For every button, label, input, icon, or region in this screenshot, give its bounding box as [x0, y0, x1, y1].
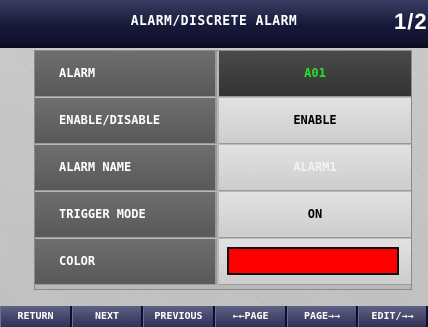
color-label: COLOR: [59, 254, 96, 268]
row-color: COLOR: [35, 239, 411, 286]
trigger-mode-label-cell: TRIGGER MODE: [35, 192, 217, 238]
color-label-cell: COLOR: [35, 239, 217, 285]
enable-disable-label-cell: ENABLE/DISABLE: [35, 98, 217, 144]
title-bar: ALARM/DISCRETE ALARM 1/2: [0, 0, 428, 48]
row-trigger-mode: TRIGGER MODE ON: [35, 192, 411, 239]
color-swatch[interactable]: [227, 247, 399, 275]
row-alarm-name: ALARM NAME ALARM1: [35, 145, 411, 192]
row-alarm: ALARM A01: [35, 51, 411, 98]
page-number: 1/2: [394, 9, 428, 34]
previous-button[interactable]: PREVIOUS: [143, 306, 215, 327]
page-title: ALARM/DISCRETE ALARM: [130, 14, 298, 29]
edit-button[interactable]: EDIT/→→: [358, 306, 428, 327]
alarm-value-cell[interactable]: A01: [219, 51, 411, 97]
alarm-name-label-cell: ALARM NAME: [35, 145, 217, 191]
page-next-button[interactable]: PAGE→→: [287, 306, 358, 327]
alarm-settings-panel: ALARM A01 ENABLE/DISABLE ENABLE ALARM NA…: [34, 50, 412, 290]
trigger-mode-value: ON: [307, 207, 323, 221]
trigger-mode-label: TRIGGER MODE: [59, 207, 146, 221]
trigger-mode-value-cell[interactable]: ON: [219, 192, 411, 238]
color-value-cell[interactable]: [219, 239, 411, 285]
next-button[interactable]: NEXT: [72, 306, 143, 327]
alarm-name-label: ALARM NAME: [59, 160, 132, 174]
alarm-name-value-cell[interactable]: ALARM1: [219, 145, 411, 191]
function-key-bar: RETURN NEXT PREVIOUS ←←PAGE PAGE→→ EDIT/…: [0, 306, 428, 327]
alarm-label-cell: ALARM: [35, 51, 217, 97]
enable-disable-value-cell[interactable]: ENABLE: [219, 98, 411, 144]
alarm-value: A01: [304, 66, 326, 80]
alarm-name-value: ALARM1: [293, 160, 337, 174]
page-prev-button[interactable]: ←←PAGE: [215, 306, 287, 327]
enable-disable-label: ENABLE/DISABLE: [59, 113, 161, 127]
enable-disable-value: ENABLE: [293, 113, 337, 127]
row-enable-disable: ENABLE/DISABLE ENABLE: [35, 98, 411, 145]
return-button[interactable]: RETURN: [0, 306, 72, 327]
alarm-screen: ALARM/DISCRETE ALARM 1/2 ALARM A01 ENABL…: [0, 0, 428, 327]
alarm-label: ALARM: [59, 66, 96, 80]
